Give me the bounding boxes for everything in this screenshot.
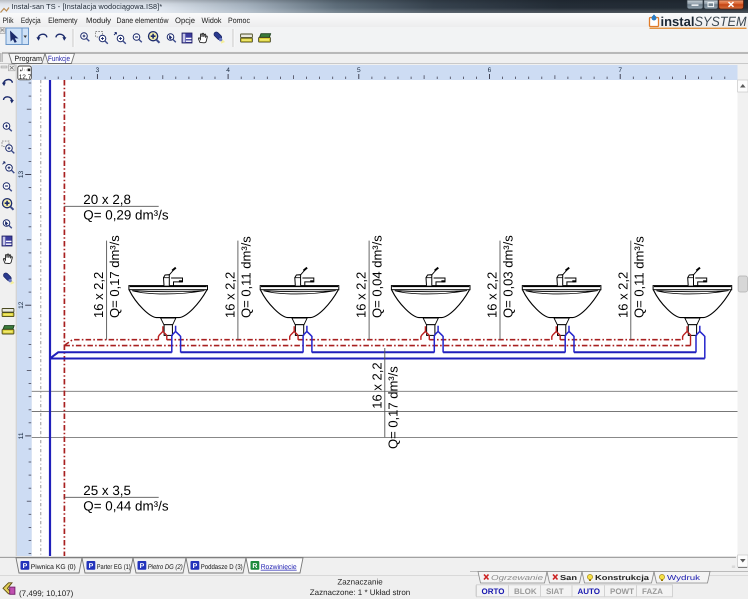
svg-text:16 x 2,2: 16 x 2,2: [91, 272, 106, 318]
svg-text:Q= 0,17 dm³/s: Q= 0,17 dm³/s: [107, 235, 122, 318]
svg-text:Program: Program: [15, 54, 43, 63]
svg-text:Pomoc: Pomoc: [228, 16, 250, 25]
svg-text:Opcje: Opcje: [175, 16, 195, 25]
svg-text:↲··■: ↲··■: [19, 67, 31, 74]
svg-text:Edycja: Edycja: [21, 16, 41, 25]
svg-text:Zaznaczone: 1 * Układ stron: Zaznaczone: 1 * Układ stron: [310, 588, 411, 597]
svg-text:Zaznaczanie: Zaznaczanie: [337, 578, 383, 587]
svg-text:16 x 2,2: 16 x 2,2: [222, 272, 237, 318]
svg-text:Q= 0,03 dm³/s: Q= 0,03 dm³/s: [501, 235, 516, 318]
svg-text:Dane elementów: Dane elementów: [117, 16, 169, 25]
svg-text:Konstrukcja: Konstrukcja: [595, 573, 650, 582]
svg-text:FAZA: FAZA: [642, 587, 663, 596]
svg-text:13: 13: [18, 171, 25, 179]
svg-text:Q= 0,04 dm³/s: Q= 0,04 dm³/s: [370, 235, 385, 318]
svg-text:Elementy: Elementy: [48, 16, 77, 25]
svg-text:20 x 2,8: 20 x 2,8: [83, 192, 131, 207]
svg-text:4: 4: [226, 67, 230, 74]
svg-text:Funkcje: Funkcje: [48, 54, 70, 63]
svg-text:7: 7: [618, 67, 622, 74]
svg-text:Widok: Widok: [202, 16, 222, 25]
svg-text:Wydruk: Wydruk: [667, 573, 701, 582]
svg-text:12,7: 12,7: [19, 74, 32, 81]
svg-text:5: 5: [357, 67, 361, 74]
svg-text:(7,499; 10,107): (7,499; 10,107): [19, 589, 74, 598]
svg-text:11: 11: [18, 432, 25, 439]
svg-text:SYSTEM: SYSTEM: [695, 14, 748, 29]
svg-text:Plik: Plik: [3, 16, 14, 25]
svg-text:16 x 2,2: 16 x 2,2: [615, 272, 630, 318]
svg-text:Q= 0,11 dm³/s: Q= 0,11 dm³/s: [238, 236, 253, 318]
svg-text:POWT: POWT: [610, 587, 634, 596]
svg-text:Ogrzewanie: Ogrzewanie: [491, 573, 543, 582]
svg-text:3: 3: [96, 67, 100, 74]
svg-text:ORTO: ORTO: [482, 587, 505, 596]
svg-text:Moduły: Moduły: [86, 16, 111, 25]
svg-text:16 x 2,2: 16 x 2,2: [369, 362, 384, 408]
svg-text:instal: instal: [661, 14, 695, 29]
svg-text:Q= 0,17 dm³/s: Q= 0,17 dm³/s: [385, 366, 400, 449]
svg-text:16 x 2,2: 16 x 2,2: [354, 272, 369, 318]
svg-text:12: 12: [18, 301, 25, 309]
svg-text:Q= 0,29 dm³/s: Q= 0,29 dm³/s: [83, 208, 169, 223]
svg-text:16 x 2,2: 16 x 2,2: [485, 272, 500, 318]
svg-text:AUTO: AUTO: [578, 587, 601, 596]
svg-text:Q= 0,11 dm³/s: Q= 0,11 dm³/s: [631, 236, 646, 318]
svg-text:San: San: [560, 573, 577, 582]
svg-text:6: 6: [488, 67, 492, 74]
svg-text:25 x 3,5: 25 x 3,5: [83, 483, 131, 498]
svg-text:BLOK: BLOK: [514, 587, 537, 596]
svg-text:SIAT: SIAT: [546, 587, 564, 596]
svg-text:Q= 0,44 dm³/s: Q= 0,44 dm³/s: [83, 499, 169, 514]
